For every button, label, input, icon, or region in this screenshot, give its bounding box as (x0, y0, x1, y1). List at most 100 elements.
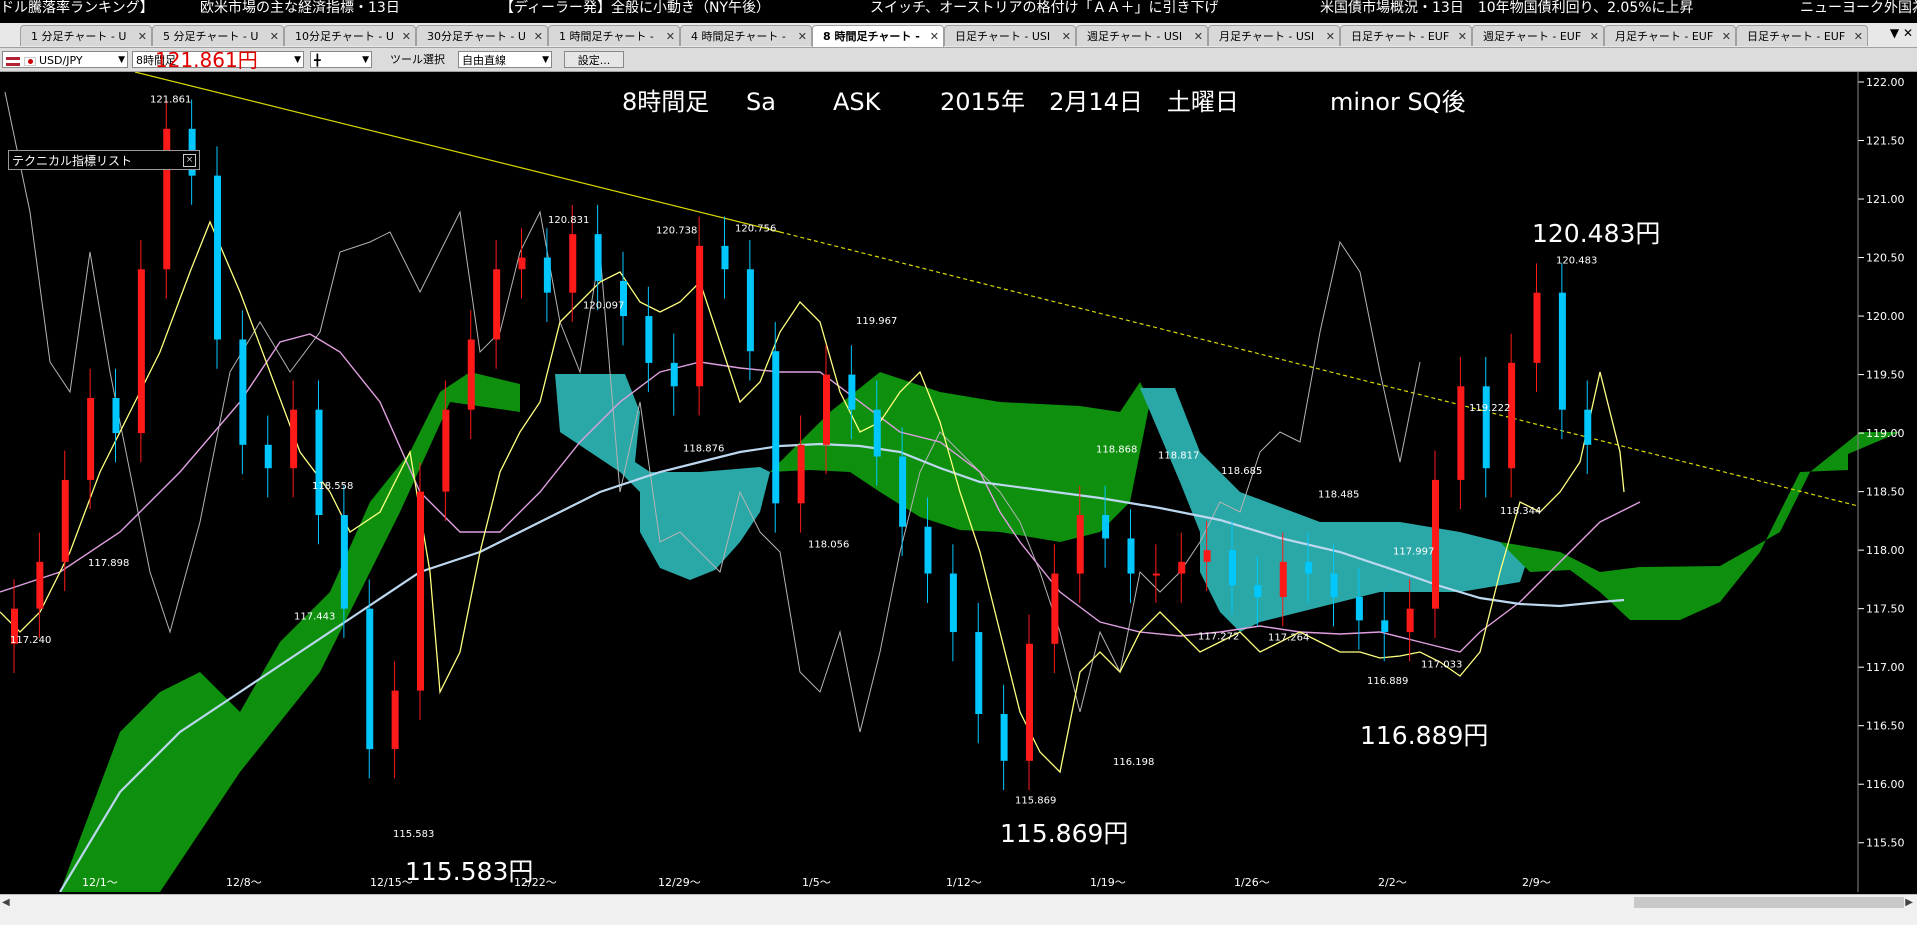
tab-weekly-eur[interactable]: 週足チャート - EUF ✕ (1472, 25, 1604, 46)
candle-body (264, 444, 272, 469)
tab-8hour[interactable]: 8 時間足チャート - ✕ (812, 25, 944, 47)
candle-body (1051, 573, 1059, 644)
price-label: 120.756 (735, 224, 776, 235)
currency-pair-select[interactable]: USD/JPY ▼ (2, 51, 128, 68)
tab-monthly-usd[interactable]: 月足チャート - USI ✕ (1208, 25, 1340, 46)
close-icon[interactable]: ✕ (1194, 26, 1203, 46)
y-tick-label: 121.50 (1866, 135, 1905, 148)
tool-select[interactable]: 自由直線 ▼ (458, 51, 552, 68)
chart-style-select[interactable]: ╋ ▼ (310, 51, 372, 68)
scroll-left-icon[interactable]: ◀ (2, 895, 10, 911)
candle-body (214, 175, 221, 340)
close-icon[interactable]: ✕ (666, 26, 675, 46)
close-icon[interactable]: ✕ (1854, 26, 1863, 46)
news-ticker[interactable]: ドル騰落率ランキング】 欧米市場の主な経済指標・13日 【ディーラー発】全般に小… (0, 0, 1917, 16)
scroll-right-icon[interactable]: ▶ (1905, 895, 1913, 911)
close-icon[interactable]: × (183, 154, 196, 167)
candle-body (1178, 561, 1186, 574)
tool-value: 自由直線 (462, 54, 506, 67)
y-tick-label: 118.50 (1866, 486, 1905, 499)
price-chart[interactable]: 122.00 121.50 121.00 120.50 120.00 119.50 119.… (0, 72, 1917, 892)
close-icon[interactable]: ✕ (1458, 26, 1467, 46)
y-tick-label: 120.50 (1866, 252, 1905, 265)
candle-body (1432, 479, 1439, 609)
price-label: 118.817 (1158, 451, 1199, 462)
price-label: 115.869 (1015, 796, 1056, 807)
timeframe-select[interactable]: 8時間足 121.861円 ▼ (132, 48, 304, 72)
x-tick-label: 1/26～ (1234, 876, 1270, 889)
candle-body (1558, 292, 1566, 410)
candle-body (569, 234, 577, 293)
candle-body (366, 608, 374, 750)
y-tick-label: 122.00 (1866, 76, 1905, 89)
x-tick-label: 12/1～ (82, 876, 118, 889)
price-label: 116.198 (1113, 757, 1154, 768)
close-icon[interactable]: ✕ (930, 26, 939, 47)
candle-body (290, 409, 298, 469)
tab-label: 週足チャート - USI (1087, 30, 1183, 43)
y-tick-label: 117.50 (1866, 603, 1905, 616)
candle-body (899, 456, 907, 527)
ticker-item[interactable]: 米国債市場概況・13日 10年物国債利回り、2.05%に上昇 (1320, 0, 1694, 16)
candle-body (823, 374, 830, 445)
tab-10min[interactable]: 10分足チャート - U ✕ (284, 25, 416, 46)
x-tick-label: 2/9～ (1522, 876, 1551, 889)
candle-body (391, 690, 399, 750)
close-icon[interactable]: ✕ (402, 26, 411, 46)
candle-body (36, 561, 44, 609)
y-tick-label: 118.00 (1866, 544, 1905, 557)
ticker-item[interactable]: ニューヨーク外国為 (1800, 0, 1917, 16)
candle-body (721, 245, 729, 270)
x-tick-label: 12/29～ (658, 876, 701, 889)
tab-daily-eur-2[interactable]: 日足チャート - EUF ✕ (1736, 25, 1868, 46)
tab-daily-eur[interactable]: 日足チャート - EUF ✕ (1340, 25, 1472, 46)
x-tick-label: 1/12～ (946, 876, 982, 889)
candle-body (1254, 585, 1262, 597)
close-icon[interactable]: ✕ (1903, 26, 1913, 40)
jp-flag-icon (23, 56, 36, 66)
ticker-item[interactable]: スイッチ、オーストリアの格付け「ＡＡ＋」に引き下げ (870, 0, 1218, 16)
chevron-down-icon: ▼ (118, 55, 125, 65)
close-icon[interactable]: ✕ (1062, 26, 1071, 46)
tab-5min[interactable]: 5 分足チャート - U ✕ (152, 25, 284, 46)
candle-body (1381, 620, 1389, 633)
ticker-item[interactable]: 欧米市場の主な経済指標・13日 (200, 0, 400, 16)
tab-weekly-usd[interactable]: 週足チャート - USI ✕ (1076, 25, 1208, 46)
technical-indicator-list[interactable]: テクニカル指標リスト × (8, 150, 200, 170)
price-label: 117.240 (10, 635, 51, 646)
close-icon[interactable]: ✕ (534, 26, 543, 46)
ticker-item[interactable]: ドル騰落率ランキング】 (0, 0, 154, 16)
tab-1min[interactable]: 1 分足チャート - U ✕ (20, 25, 152, 46)
annotation-high-120-483: 120.483円 (1532, 219, 1660, 248)
tab-monthly-eur[interactable]: 月足チャート - EUF ✕ (1604, 25, 1736, 46)
price-label: 118.868 (1096, 445, 1137, 456)
close-icon[interactable]: ✕ (1722, 26, 1731, 46)
price-label: 117.272 (1198, 631, 1239, 642)
close-icon[interactable]: ✕ (138, 26, 147, 46)
close-icon[interactable]: ✕ (798, 26, 807, 46)
close-icon[interactable]: ✕ (270, 26, 279, 46)
horizontal-scrollbar[interactable]: ◀ ▶ (0, 894, 1917, 911)
tab-1hour[interactable]: 1 時間足チャート - ✕ (548, 25, 680, 46)
tab-4hour[interactable]: 4 時間足チャート - ✕ (680, 25, 812, 46)
settings-button[interactable]: 設定... (564, 51, 624, 68)
y-tick-label: 119.00 (1866, 427, 1905, 440)
scroll-thumb[interactable] (1634, 897, 1904, 908)
y-tick-label: 121.00 (1866, 193, 1905, 206)
price-label: 117.898 (88, 558, 129, 569)
tab-daily-usd[interactable]: 日足チャート - USI ✕ (944, 25, 1076, 46)
price-label: 118.685 (1221, 466, 1262, 477)
status-bar (0, 910, 1917, 925)
tab-label: 8 時間足チャート - (823, 30, 920, 43)
close-icon[interactable]: ✕ (1590, 26, 1599, 46)
ticker-item[interactable]: 【ディーラー発】全般に小動き（NY午後） (500, 0, 770, 16)
chevron-down-icon[interactable]: ▼ (1890, 26, 1899, 40)
tab-list-menu[interactable]: ▼ ✕ (1890, 26, 1913, 40)
candle-body (1000, 714, 1008, 761)
candle-body (1152, 573, 1160, 576)
header-sa: Sa (746, 88, 776, 116)
candle-body (1026, 643, 1033, 761)
candle-body (1279, 561, 1287, 597)
close-icon[interactable]: ✕ (1326, 26, 1335, 46)
tab-30min[interactable]: 30分足チャート - U ✕ (416, 25, 548, 46)
